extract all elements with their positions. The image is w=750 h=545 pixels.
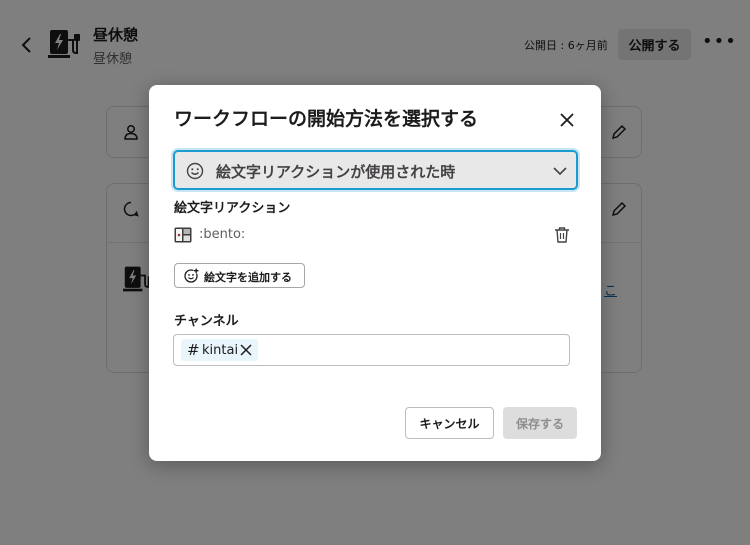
trash-icon[interactable] [554, 226, 570, 244]
hash-icon: # [187, 341, 200, 359]
channel-chip: # kintai [181, 339, 258, 361]
channel-select-input[interactable]: # kintai [173, 334, 570, 366]
smile-icon [186, 162, 204, 180]
trigger-type-select[interactable]: 絵文字リアクションが使用された時 [173, 150, 578, 190]
add-emoji-label: 絵文字を追加する [204, 271, 292, 284]
emoji-name: :bento: [199, 227, 246, 242]
add-emoji-button[interactable]: 絵文字を追加する [174, 263, 305, 288]
emoji-reaction-label: 絵文字リアクション [174, 201, 291, 216]
channel-chip-name: kintai [202, 343, 239, 358]
remove-chip-icon[interactable] [240, 344, 252, 356]
emoji-reaction-item: :bento: [174, 226, 574, 246]
add-emoji-icon [184, 268, 199, 283]
bento-emoji-icon [174, 227, 192, 243]
modal-title: ワークフローの開始方法を選択する [174, 108, 479, 130]
save-button[interactable]: 保存する [503, 407, 577, 439]
chevron-down-icon [553, 167, 567, 176]
cancel-button[interactable]: キャンセル [405, 407, 494, 439]
close-button[interactable] [554, 107, 580, 133]
close-icon [560, 113, 574, 127]
trigger-modal: ワークフローの開始方法を選択する 絵文字リアクションが使用された時 絵文字リアク… [149, 85, 601, 461]
channel-label: チャンネル [174, 314, 239, 329]
trigger-select-value: 絵文字リアクションが使用された時 [216, 163, 456, 181]
